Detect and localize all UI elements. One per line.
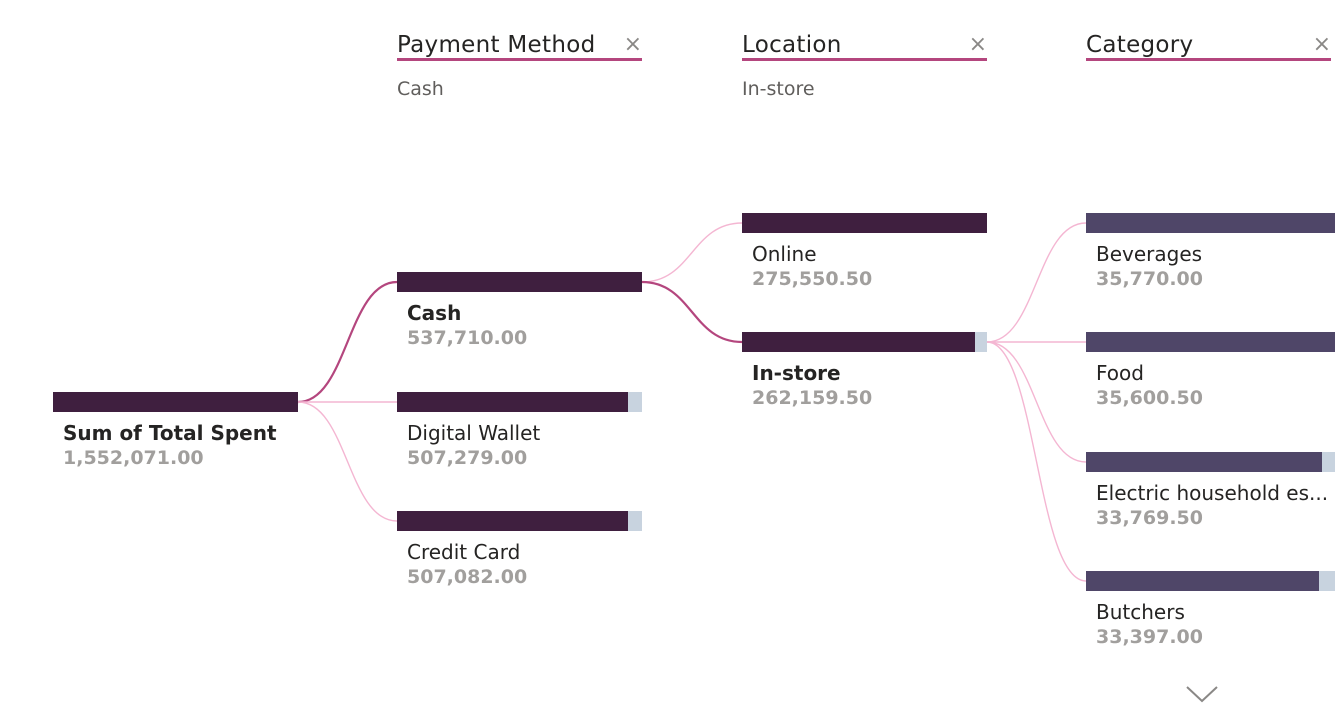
node-label-electric-household-es: Electric household es... [1096, 481, 1329, 505]
root-bar[interactable] [53, 392, 298, 412]
node-value-cash: 537,710.00 [407, 327, 528, 349]
node-label-digital-wallet: Digital Wallet [407, 421, 541, 445]
bar-electric-household-es-fill [1086, 452, 1323, 472]
level-selection-payment-method: Cash [397, 78, 444, 100]
close-icon[interactable]: × [969, 32, 987, 58]
level-title-category: Category [1086, 32, 1194, 58]
node-value-online: 275,550.50 [752, 268, 873, 290]
node-label-cash: Cash [407, 301, 462, 325]
bar-cash[interactable] [397, 272, 642, 292]
connector-cash [297, 280, 398, 404]
bar-credit-card-fill [397, 511, 629, 531]
level-selection-location: In-store [742, 78, 815, 100]
connector-beverages [986, 222, 1087, 343]
connector-credit-card [297, 401, 398, 522]
node-value-credit-card: 507,082.00 [407, 566, 528, 588]
root-bar-fill [53, 392, 298, 412]
bar-in-store-fill [742, 332, 976, 352]
close-icon[interactable]: × [624, 32, 642, 58]
bar-online[interactable] [742, 213, 987, 233]
root-value: 1,552,071.00 [63, 447, 204, 469]
bar-in-store[interactable] [742, 332, 987, 352]
level-header-category: Category × [1086, 32, 1331, 61]
decomposition-tree: Sum of Total Spent 1,552,071.00 Payment Me… [0, 0, 1335, 706]
root-label: Sum of Total Spent [63, 421, 277, 445]
node-label-in-store: In-store [752, 361, 841, 385]
node-value-digital-wallet: 507,279.00 [407, 447, 528, 469]
bar-online-fill [742, 213, 987, 233]
node-label-online: Online [752, 242, 817, 266]
chevron-down-icon[interactable] [1185, 685, 1219, 705]
bar-digital-wallet[interactable] [397, 392, 642, 412]
bar-credit-card[interactable] [397, 511, 642, 531]
node-label-butchers: Butchers [1096, 600, 1185, 624]
bar-food[interactable] [1086, 332, 1335, 352]
bar-butchers-fill [1086, 571, 1320, 591]
level-header-payment-method: Payment Method × [397, 32, 642, 61]
level-title-payment-method: Payment Method [397, 32, 596, 58]
node-label-credit-card: Credit Card [407, 540, 521, 564]
bar-electric-household-es[interactable] [1086, 452, 1335, 472]
node-label-food: Food [1096, 361, 1144, 385]
connector-butchers [986, 341, 1087, 582]
connector-online [641, 222, 743, 283]
node-label-beverages: Beverages [1096, 242, 1203, 266]
bar-food-fill [1086, 332, 1335, 352]
node-value-electric-household-es: 33,769.50 [1096, 507, 1203, 529]
bar-digital-wallet-fill [397, 392, 629, 412]
level-title-location: Location [742, 32, 842, 58]
close-icon[interactable]: × [1313, 32, 1331, 58]
connector-electric-household-es [986, 341, 1087, 463]
bar-cash-fill [397, 272, 642, 292]
level-header-location: Location × [742, 32, 987, 61]
bar-beverages[interactable] [1086, 213, 1335, 233]
node-value-butchers: 33,397.00 [1096, 626, 1203, 648]
bar-butchers[interactable] [1086, 571, 1335, 591]
node-value-food: 35,600.50 [1096, 387, 1203, 409]
node-value-in-store: 262,159.50 [752, 387, 873, 409]
node-value-beverages: 35,770.00 [1096, 268, 1203, 290]
bar-beverages-fill [1086, 213, 1335, 233]
connector-in-store [641, 280, 743, 344]
